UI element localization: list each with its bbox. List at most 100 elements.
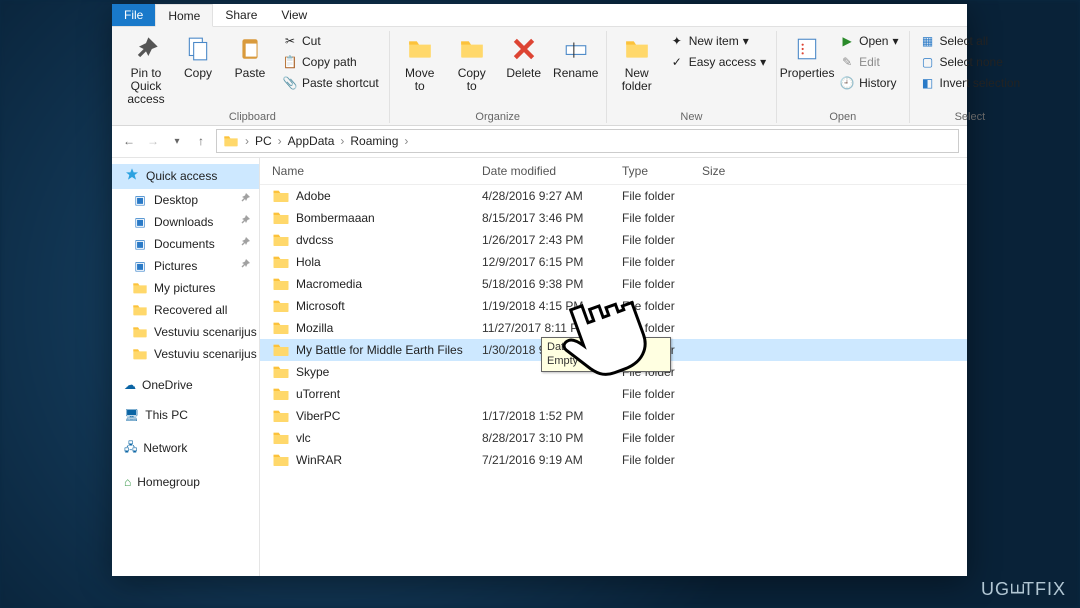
breadcrumb-item[interactable]: PC [255,134,272,148]
rename-button[interactable]: Rename [552,31,600,82]
folder-icon [132,302,148,318]
sidebar-homegroup[interactable]: ⌂Homegroup [112,472,259,492]
tab-view[interactable]: View [269,4,319,26]
copy-path-icon: 📋 [282,54,298,70]
sidebar-network[interactable]: 🖧Network [112,435,259,462]
group-label-select: Select [916,109,1025,123]
invert-selection-button[interactable]: ◧Invert selection [916,73,1025,93]
breadcrumb[interactable]: › PC › AppData › Roaming › [216,129,959,153]
open-icon: ▶ [839,33,855,49]
chevron-right-icon: › [336,134,348,148]
file-row[interactable]: Mozilla11/27/2017 8:11 PMFile folder [260,317,967,339]
invert-selection-icon: ◧ [920,75,936,91]
file-row[interactable]: Adobe4/28/2016 9:27 AMFile folder [260,185,967,207]
sidebar-onedrive[interactable]: ☁OneDrive [112,375,259,395]
breadcrumb-item[interactable]: AppData [288,134,335,148]
file-row[interactable]: vlc8/28/2017 3:10 PMFile folder [260,427,967,449]
sidebar-this-pc[interactable]: 🖥This PC [112,405,259,425]
chevron-down-icon: ▾ [892,34,898,48]
cut-button[interactable]: ✂Cut [278,31,383,51]
onedrive-icon: ☁ [124,378,136,392]
open-button[interactable]: ▶Open▾ [835,31,902,51]
back-button[interactable]: ← [120,132,138,150]
star-icon [124,167,140,186]
sidebar-quick-access[interactable]: Quick access [112,164,259,189]
edit-icon: ✎ [839,54,855,70]
new-item-icon: ✦ [669,33,685,49]
sidebar-item[interactable]: ▣Documents [112,233,259,255]
address-bar-row: ← → ▾ ↑ › PC › AppData › Roaming › [112,126,967,158]
forward-button[interactable]: → [144,132,162,150]
folder-icon [272,209,290,227]
file-explorer-window: File Home Share View Pin to Quick access… [112,4,967,576]
new-item-button[interactable]: ✦New item▾ [665,31,770,51]
move-to-button[interactable]: Move to [396,31,444,95]
tab-file[interactable]: File [112,4,155,26]
homegroup-icon: ⌂ [124,475,131,489]
pin-icon [239,214,251,229]
select-none-button[interactable]: ▢Select none [916,52,1025,72]
new-folder-button[interactable]: New folder [613,31,661,95]
sidebar-item[interactable]: Recovered all [112,299,259,321]
pin-icon [239,192,251,207]
tab-share[interactable]: Share [213,4,269,26]
breadcrumb-item[interactable]: Roaming [350,134,398,148]
folder-icon [272,231,290,249]
sidebar-item[interactable]: ▣Desktop [112,189,259,211]
sidebar-item[interactable]: ▣Downloads [112,211,259,233]
group-label-clipboard: Clipboard [122,109,383,123]
column-name[interactable]: Name [272,164,482,178]
copy-to-button[interactable]: Copy to [448,31,496,95]
column-type[interactable]: Type [622,164,702,178]
folder-icon: ▣ [132,236,148,252]
column-date[interactable]: Date modified [482,164,622,178]
tab-home[interactable]: Home [155,4,213,27]
paste-shortcut-icon: 📎 [282,75,298,91]
history-icon: 🕘 [839,75,855,91]
group-label-open: Open [783,109,902,123]
chevron-right-icon: › [274,134,286,148]
folder-icon [272,341,290,359]
file-row[interactable]: Macromedia5/18/2016 9:38 PMFile folder [260,273,967,295]
file-row[interactable]: Bombermaaan8/15/2017 3:46 PMFile folder [260,207,967,229]
sidebar-item[interactable]: My pictures [112,277,259,299]
copy-path-button[interactable]: 📋Copy path [278,52,383,72]
column-headers[interactable]: Name Date modified Type Size [260,158,967,185]
menubar: File Home Share View [112,4,967,27]
select-all-button[interactable]: ▦Select all [916,31,1025,51]
column-size[interactable]: Size [702,164,955,178]
up-button[interactable]: ↑ [192,132,210,150]
file-row[interactable]: Microsoft1/19/2018 4:15 PMFile folder [260,295,967,317]
sidebar-item[interactable]: Vestuviu scenarijus [112,321,259,343]
this-pc-icon: 🖥 [124,408,139,422]
file-row[interactable]: ViberPC1/17/2018 1:52 PMFile folder [260,405,967,427]
file-row[interactable]: uTorrentFile folder [260,383,967,405]
file-row[interactable]: Hola12/9/2017 6:15 PMFile folder [260,251,967,273]
delete-button[interactable]: Delete [500,31,548,82]
paste-shortcut-button[interactable]: 📎Paste shortcut [278,73,383,93]
sidebar-item[interactable]: ▣Pictures [112,255,259,277]
folder-icon [272,253,290,271]
paste-button[interactable]: Paste [226,31,274,82]
properties-button[interactable]: Properties [783,31,831,82]
history-button[interactable]: 🕘History [835,73,902,93]
file-row[interactable]: dvdcss1/26/2017 2:43 PMFile folder [260,229,967,251]
recent-locations-button[interactable]: ▾ [168,132,186,150]
copy-icon [182,33,214,65]
group-label-organize: Organize [396,109,600,123]
copy-button[interactable]: Copy [174,31,222,82]
edit-button[interactable]: ✎Edit [835,52,902,72]
paste-icon [234,33,266,65]
folder-icon [272,407,290,425]
folder-icon: ▣ [132,192,148,208]
sidebar-item[interactable]: Vestuviu scenarijus [112,343,259,365]
pin-to-quick-access-button[interactable]: Pin to Quick access [122,31,170,109]
file-row[interactable]: WinRAR7/21/2016 9:19 AMFile folder [260,449,967,471]
easy-access-button[interactable]: ✓Easy access▾ [665,52,770,72]
folder-icon [132,280,148,296]
pin-icon [239,236,251,251]
copy-to-icon [456,33,488,65]
folder-icon [272,429,290,447]
chevron-down-icon: ▾ [743,34,749,48]
folder-icon [272,363,290,381]
